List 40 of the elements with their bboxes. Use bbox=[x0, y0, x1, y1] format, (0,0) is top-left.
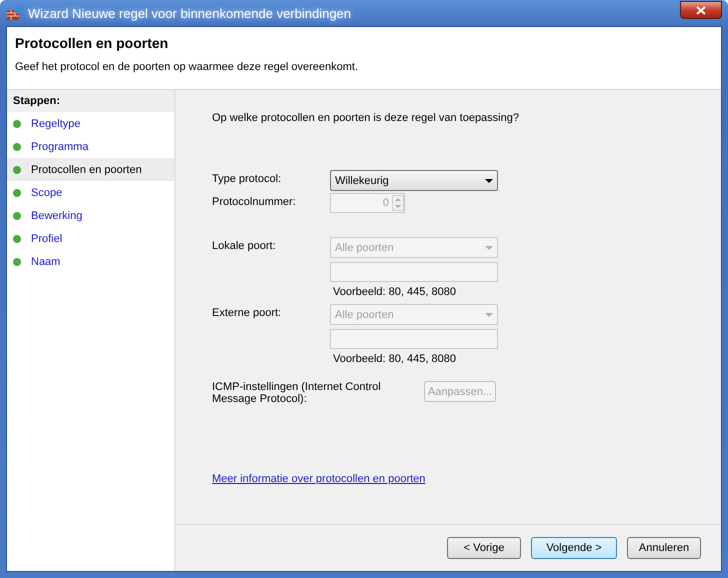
window-title: Wizard Nieuwe regel voor binnenkomende verbindingen bbox=[28, 6, 352, 20]
step-dot-icon bbox=[13, 142, 21, 150]
dropdown-arrow-icon bbox=[485, 178, 493, 182]
page-title: Protocollen en poorten bbox=[15, 35, 170, 51]
example-text: Voorbeeld: 80, 445, 8080 bbox=[332, 286, 457, 298]
steps-heading: Stappen: bbox=[7, 90, 174, 112]
question-text: Op welke protocollen en poorten is deze regel van toepassing? bbox=[212, 112, 520, 124]
wizard-button[interactable]: Volgende > bbox=[531, 537, 617, 559]
step-dot-icon bbox=[13, 258, 21, 266]
close-icon bbox=[696, 6, 706, 14]
step-item[interactable]: Profiel bbox=[7, 227, 174, 250]
field-label: Protocolnummer: bbox=[212, 195, 297, 208]
step-dot-icon bbox=[13, 212, 21, 220]
field-label: Externe poort: bbox=[212, 306, 282, 319]
close-button[interactable] bbox=[680, 1, 722, 19]
dropdown-arrow-icon bbox=[485, 246, 493, 250]
field-label: Lokale poort: bbox=[212, 239, 277, 252]
port-input-field[interactable] bbox=[330, 329, 498, 349]
wizard-button[interactable]: < Vorige bbox=[447, 537, 521, 559]
page-subtitle: Geef het protocol en de poorten op waarmee deze regel overeenkomt. bbox=[15, 61, 360, 73]
step-item[interactable]: Protocollen en poorten bbox=[7, 158, 174, 181]
example-text: Voorbeeld: 80, 445, 8080 bbox=[332, 353, 457, 365]
step-dot-icon bbox=[13, 234, 21, 242]
port-input-field[interactable] bbox=[330, 262, 498, 282]
field-label: Type protocol: bbox=[212, 172, 282, 185]
wizard-button[interactable]: Annuleren bbox=[627, 537, 701, 559]
step-dot-icon bbox=[13, 120, 21, 128]
step-item[interactable]: Scope bbox=[7, 181, 174, 204]
firewall-icon bbox=[6, 5, 22, 21]
field-label: ICMP-instellingen (Internet Control Message Protocol): bbox=[212, 381, 382, 405]
info-link[interactable]: Meer informatie over protocollen en poorten bbox=[212, 473, 426, 485]
step-item[interactable]: Bewerking bbox=[7, 204, 174, 227]
step-dot-icon bbox=[13, 188, 21, 196]
protocol-dropdown[interactable]: Willekeurig bbox=[330, 170, 498, 191]
spin-arrows-icon bbox=[392, 195, 404, 211]
step-item[interactable]: Regeltype bbox=[7, 112, 174, 135]
step-item[interactable]: Programma bbox=[7, 135, 174, 158]
step-dot-icon bbox=[13, 166, 21, 174]
dropdown-arrow-icon bbox=[485, 312, 493, 316]
step-item[interactable]: Naam bbox=[7, 250, 174, 273]
